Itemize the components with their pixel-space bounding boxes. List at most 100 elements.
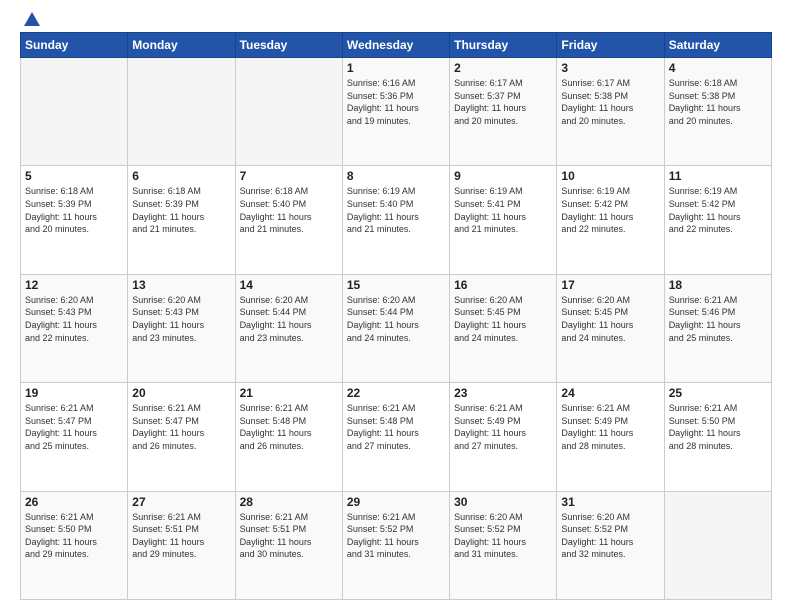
- calendar-cell: 22Sunrise: 6:21 AM Sunset: 5:48 PM Dayli…: [342, 383, 449, 491]
- day-number: 14: [240, 278, 338, 292]
- calendar-week-row: 5Sunrise: 6:18 AM Sunset: 5:39 PM Daylig…: [21, 166, 772, 274]
- calendar-cell: 3 Sunrise: 6:17 AM Sunset: 5:38 PM Daylig…: [557, 58, 664, 166]
- day-number: 10: [561, 169, 659, 183]
- calendar-header-row: SundayMondayTuesdayWednesdayThursdayFrid…: [21, 33, 772, 58]
- calendar-cell: 29Sunrise: 6:21 AM Sunset: 5:52 PM Dayli…: [342, 491, 449, 599]
- day-header-sunday: Sunday: [21, 33, 128, 58]
- day-number: 16: [454, 278, 552, 292]
- day-number: 8: [347, 169, 445, 183]
- day-info: Sunrise: 6:21 AM Sunset: 5:48 PM Dayligh…: [240, 402, 338, 452]
- day-info: Sunrise: 6:20 AM Sunset: 5:44 PM Dayligh…: [347, 294, 445, 344]
- calendar-cell: 15 Sunrise: 6:20 AM Sunset: 5:44 PM Dayli…: [342, 274, 449, 382]
- day-info: Sunrise: 6:21 AM Sunset: 5:48 PM Dayligh…: [347, 402, 445, 452]
- day-number: 18: [669, 278, 767, 292]
- day-number: 24: [561, 386, 659, 400]
- calendar-cell: 12 Sunrise: 6:20 AM Sunset: 5:43 PM Dayli…: [21, 274, 128, 382]
- day-number: 30: [454, 495, 552, 509]
- calendar-cell: 17 Sunrise: 6:20 AM Sunset: 5:45 PM Dayli…: [557, 274, 664, 382]
- calendar-cell: 18 Sunrise: 6:21 AM Sunset: 5:46 PM Dayli…: [664, 274, 771, 382]
- calendar-cell: 8 Sunrise: 6:19 AM Sunset: 5:40 PM Daylig…: [342, 166, 449, 274]
- day-info: Sunrise: 6:21 AM Sunset: 5:51 PM Dayligh…: [132, 511, 230, 561]
- day-info: Sunrise: 6:21 AM Sunset: 5:52 PM Dayligh…: [347, 511, 445, 561]
- day-number: 23: [454, 386, 552, 400]
- day-number: 4: [669, 61, 767, 75]
- day-info: Sunrise: 6:21 AM Sunset: 5:47 PM Dayligh…: [132, 402, 230, 452]
- day-number: 2: [454, 61, 552, 75]
- logo-icon: [22, 8, 42, 28]
- day-number: 27: [132, 495, 230, 509]
- calendar-week-row: 19 Sunrise: 6:21 AM Sunset: 5:47 PM Dayli…: [21, 383, 772, 491]
- calendar-cell: [128, 58, 235, 166]
- day-info: Sunrise: 6:18 AM Sunset: 5:40 PM Dayligh…: [240, 185, 338, 235]
- day-info: Sunrise: 6:20 AM Sunset: 5:45 PM Dayligh…: [561, 294, 659, 344]
- day-number: 12: [25, 278, 123, 292]
- day-info: Sunrise: 6:19 AM Sunset: 5:40 PM Dayligh…: [347, 185, 445, 235]
- day-number: 28: [240, 495, 338, 509]
- calendar-cell: 23 Sunrise: 6:21 AM Sunset: 5:49 PM Dayli…: [450, 383, 557, 491]
- day-header-monday: Monday: [128, 33, 235, 58]
- day-header-saturday: Saturday: [664, 33, 771, 58]
- calendar-cell: 14 Sunrise: 6:20 AM Sunset: 5:44 PM Dayli…: [235, 274, 342, 382]
- day-info: Sunrise: 6:21 AM Sunset: 5:49 PM Dayligh…: [454, 402, 552, 452]
- calendar-cell: 30 Sunrise: 6:20 AM Sunset: 5:52 PM Dayli…: [450, 491, 557, 599]
- day-number: 19: [25, 386, 123, 400]
- day-info: Sunrise: 6:17 AM Sunset: 5:38 PM Dayligh…: [561, 77, 659, 127]
- day-header-wednesday: Wednesday: [342, 33, 449, 58]
- calendar-cell: 20 Sunrise: 6:21 AM Sunset: 5:47 PM Dayli…: [128, 383, 235, 491]
- day-info: Sunrise: 6:16 AM Sunset: 5:36 PM Dayligh…: [347, 77, 445, 127]
- day-info: Sunrise: 6:21 AM Sunset: 5:50 PM Dayligh…: [25, 511, 123, 561]
- day-info: Sunrise: 6:20 AM Sunset: 5:45 PM Dayligh…: [454, 294, 552, 344]
- day-number: 26: [25, 495, 123, 509]
- day-number: 21: [240, 386, 338, 400]
- day-info: Sunrise: 6:19 AM Sunset: 5:42 PM Dayligh…: [669, 185, 767, 235]
- day-info: Sunrise: 6:21 AM Sunset: 5:46 PM Dayligh…: [669, 294, 767, 344]
- calendar-cell: 16 Sunrise: 6:20 AM Sunset: 5:45 PM Dayli…: [450, 274, 557, 382]
- day-number: 31: [561, 495, 659, 509]
- day-number: 6: [132, 169, 230, 183]
- calendar-cell: 13 Sunrise: 6:20 AM Sunset: 5:43 PM Dayli…: [128, 274, 235, 382]
- calendar-cell: 26 Sunrise: 6:21 AM Sunset: 5:50 PM Dayli…: [21, 491, 128, 599]
- day-number: 17: [561, 278, 659, 292]
- day-info: Sunrise: 6:21 AM Sunset: 5:49 PM Dayligh…: [561, 402, 659, 452]
- day-info: Sunrise: 6:21 AM Sunset: 5:50 PM Dayligh…: [669, 402, 767, 452]
- day-info: Sunrise: 6:20 AM Sunset: 5:52 PM Dayligh…: [454, 511, 552, 561]
- calendar-cell: 21 Sunrise: 6:21 AM Sunset: 5:48 PM Dayli…: [235, 383, 342, 491]
- calendar-cell: 10 Sunrise: 6:19 AM Sunset: 5:42 PM Dayli…: [557, 166, 664, 274]
- calendar-week-row: 1 Sunrise: 6:16 AM Sunset: 5:36 PM Daylig…: [21, 58, 772, 166]
- day-info: Sunrise: 6:18 AM Sunset: 5:38 PM Dayligh…: [669, 77, 767, 127]
- day-number: 7: [240, 169, 338, 183]
- calendar-cell: 9Sunrise: 6:19 AM Sunset: 5:41 PM Daylig…: [450, 166, 557, 274]
- header: [20, 16, 772, 22]
- logo: [20, 16, 42, 22]
- calendar-cell: [664, 491, 771, 599]
- calendar-table: SundayMondayTuesdayWednesdayThursdayFrid…: [20, 32, 772, 600]
- calendar-cell: [235, 58, 342, 166]
- calendar-cell: 24 Sunrise: 6:21 AM Sunset: 5:49 PM Dayli…: [557, 383, 664, 491]
- calendar-cell: 2Sunrise: 6:17 AM Sunset: 5:37 PM Daylig…: [450, 58, 557, 166]
- day-number: 15: [347, 278, 445, 292]
- day-number: 1: [347, 61, 445, 75]
- calendar-cell: 31Sunrise: 6:20 AM Sunset: 5:52 PM Dayli…: [557, 491, 664, 599]
- day-info: Sunrise: 6:19 AM Sunset: 5:41 PM Dayligh…: [454, 185, 552, 235]
- day-number: 13: [132, 278, 230, 292]
- day-info: Sunrise: 6:20 AM Sunset: 5:44 PM Dayligh…: [240, 294, 338, 344]
- calendar-cell: 5Sunrise: 6:18 AM Sunset: 5:39 PM Daylig…: [21, 166, 128, 274]
- day-info: Sunrise: 6:19 AM Sunset: 5:42 PM Dayligh…: [561, 185, 659, 235]
- calendar-cell: 6Sunrise: 6:18 AM Sunset: 5:39 PM Daylig…: [128, 166, 235, 274]
- page: SundayMondayTuesdayWednesdayThursdayFrid…: [0, 0, 792, 612]
- calendar-cell: 1 Sunrise: 6:16 AM Sunset: 5:36 PM Daylig…: [342, 58, 449, 166]
- day-header-friday: Friday: [557, 33, 664, 58]
- calendar-cell: 28Sunrise: 6:21 AM Sunset: 5:51 PM Dayli…: [235, 491, 342, 599]
- day-number: 20: [132, 386, 230, 400]
- calendar-cell: 27 Sunrise: 6:21 AM Sunset: 5:51 PM Dayli…: [128, 491, 235, 599]
- day-header-tuesday: Tuesday: [235, 33, 342, 58]
- day-number: 25: [669, 386, 767, 400]
- day-header-thursday: Thursday: [450, 33, 557, 58]
- day-info: Sunrise: 6:20 AM Sunset: 5:43 PM Dayligh…: [25, 294, 123, 344]
- day-info: Sunrise: 6:21 AM Sunset: 5:47 PM Dayligh…: [25, 402, 123, 452]
- calendar-cell: 19 Sunrise: 6:21 AM Sunset: 5:47 PM Dayli…: [21, 383, 128, 491]
- day-info: Sunrise: 6:20 AM Sunset: 5:43 PM Dayligh…: [132, 294, 230, 344]
- calendar-cell: [21, 58, 128, 166]
- day-number: 3: [561, 61, 659, 75]
- day-number: 5: [25, 169, 123, 183]
